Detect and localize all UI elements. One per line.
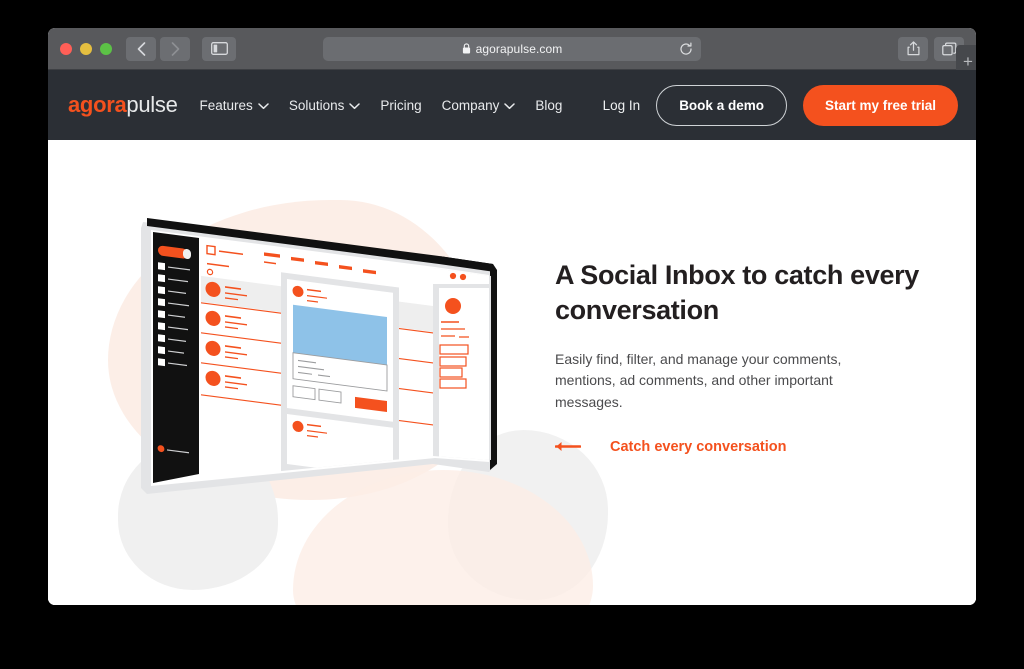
forward-button[interactable]	[160, 36, 190, 61]
hero-cta-label: Catch every conversation	[610, 438, 787, 455]
back-chevron-icon	[137, 41, 145, 56]
nav-item-company[interactable]: Company	[442, 98, 516, 113]
reload-icon	[680, 41, 692, 55]
hero-title: A Social Inbox to catch every conversati…	[555, 260, 919, 325]
social-inbox-app-mockup	[133, 198, 513, 528]
site-logo[interactable]: agorapulse	[68, 92, 178, 118]
nav-label-features: Features	[199, 97, 253, 113]
close-window-button[interactable]	[60, 42, 72, 55]
chevron-down-icon	[258, 98, 269, 113]
nav-label-company: Company	[441, 97, 500, 113]
url-text: agorapulse.com	[475, 41, 563, 56]
sidebar-toggle-button[interactable]	[202, 36, 236, 61]
logo-agora: agora	[68, 92, 127, 117]
toolbar-right-actions: +	[898, 36, 976, 79]
mockup-svg	[141, 218, 497, 494]
nav-label-pricing: Pricing	[380, 97, 422, 113]
browser-window: agorapulse.com + agorapulse Features Sol…	[48, 28, 976, 605]
chevron-down-icon	[349, 98, 361, 113]
login-link[interactable]: Log In	[603, 98, 641, 113]
share-icon	[906, 41, 920, 56]
address-bar-container: agorapulse.com	[323, 36, 701, 61]
header-actions: Log In Book a demo Start my free trial	[603, 84, 958, 126]
nav-label-solutions: Solutions	[288, 97, 345, 113]
hero-subtitle: Easily find, filter, and manage your com…	[555, 351, 842, 410]
lock-icon	[462, 43, 471, 54]
hero-section: A Social Inbox to catch every conversati…	[48, 140, 976, 605]
nav-item-solutions[interactable]: Solutions	[289, 98, 361, 113]
browser-toolbar: agorapulse.com +	[48, 28, 976, 79]
zoom-window-button[interactable]	[100, 42, 112, 55]
site-header: agorapulse Features Solutions Pricing Co…	[48, 70, 976, 140]
book-demo-button[interactable]: Book a demo	[656, 84, 787, 126]
sidebar-toggle-icon	[210, 42, 228, 55]
forward-chevron-icon	[171, 41, 179, 56]
nav-label-blog: Blog	[535, 97, 563, 113]
hero-cta-link[interactable]: Catch every conversation	[555, 439, 930, 455]
nav-item-features[interactable]: Features	[200, 98, 269, 113]
main-navigation: Features Solutions Pricing Company Blog	[200, 98, 563, 113]
logo-pulse: pulse	[126, 92, 178, 117]
start-free-trial-button[interactable]: Start my free trial	[802, 84, 958, 126]
arrow-left-icon	[555, 441, 581, 452]
share-button[interactable]	[898, 36, 928, 61]
show-tabs-icon	[941, 41, 956, 55]
minimize-window-button[interactable]	[80, 42, 92, 55]
nav-item-pricing[interactable]: Pricing	[380, 98, 421, 113]
traffic-lights	[60, 42, 112, 55]
hero-copy: A Social Inbox to catch every conversati…	[555, 258, 930, 455]
back-button[interactable]	[126, 36, 156, 61]
page-content: agorapulse Features Solutions Pricing Co…	[48, 70, 976, 605]
reload-button[interactable]	[679, 41, 693, 56]
chevron-down-icon	[504, 98, 516, 113]
address-bar[interactable]: agorapulse.com	[323, 36, 701, 61]
navigation-arrows	[126, 36, 190, 61]
nav-item-blog[interactable]: Blog	[535, 98, 562, 113]
